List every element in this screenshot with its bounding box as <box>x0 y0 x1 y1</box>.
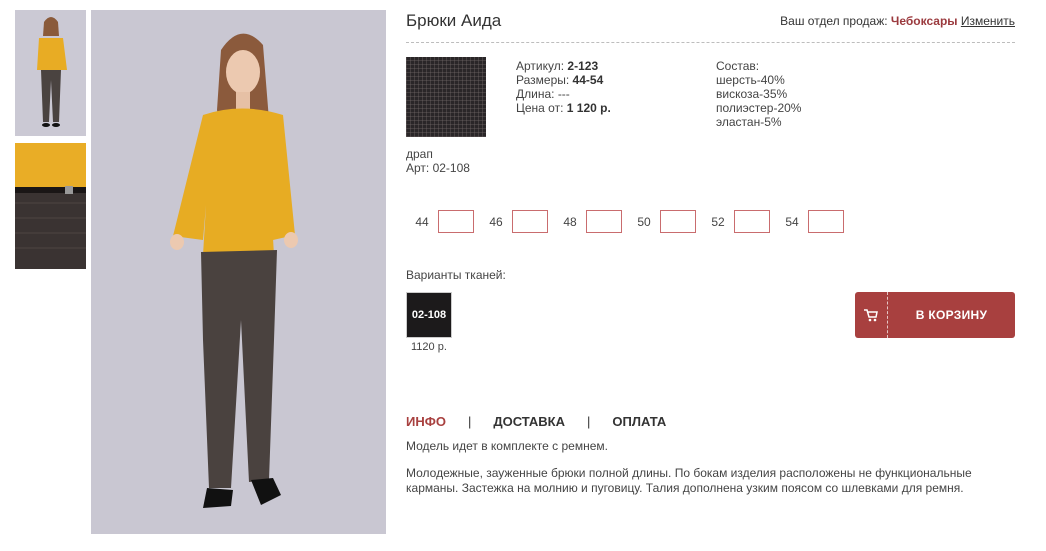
size-label: 50 <box>637 214 651 229</box>
region-city: Чебоксары <box>890 14 958 28</box>
size-quantity-input[interactable] <box>586 210 622 233</box>
tab-delivery[interactable]: ДОСТАВКА <box>493 414 565 429</box>
size-label: 46 <box>489 214 503 229</box>
region-label: Ваш отдел продаж: <box>780 14 888 28</box>
fabric-variant-swatch[interactable]: 02-108 <box>406 292 452 338</box>
tab-separator: | <box>467 414 472 429</box>
thumbnail-full-look[interactable] <box>15 10 86 136</box>
cart-icon <box>855 292 888 338</box>
size-quantity-input[interactable] <box>438 210 474 233</box>
product-title: Брюки Аида <box>406 11 502 30</box>
tab-separator: | <box>587 414 591 429</box>
composition-item: вискоза-35% <box>716 87 788 101</box>
change-region-link[interactable]: Изменить <box>961 14 1015 28</box>
size-quantity-row: 44 46 48 50 52 54 <box>406 210 850 233</box>
fabric-name: драп <box>406 147 433 161</box>
fabric-code: Арт: 02-108 <box>406 161 470 175</box>
spec-length: Длина: --- <box>516 87 570 101</box>
spec-sizes: Размеры: 44-54 <box>516 73 604 87</box>
composition-item: эластан-5% <box>716 115 782 129</box>
fabric-swatch <box>406 57 486 137</box>
thumbnail-detail[interactable] <box>15 143 86 269</box>
model-thumbnail-image <box>15 10 86 136</box>
divider <box>406 42 1015 43</box>
sales-region: Ваш отдел продаж: Чебоксары Изменить <box>780 14 1015 28</box>
composition: Состав: шерсть-40% вискоза-35% полиэстер… <box>716 59 801 129</box>
size-label: 44 <box>415 214 429 229</box>
detail-thumbnail-image <box>15 143 86 269</box>
tab-info[interactable]: ИНФО <box>406 414 446 429</box>
composition-item: полиэстер-20% <box>716 101 802 115</box>
composition-title: Состав: <box>716 59 760 73</box>
main-product-photo <box>91 10 386 534</box>
info-tabs: ИНФО | ДОСТАВКА | ОПЛАТА <box>406 414 666 429</box>
variant-price: 1120 р. <box>411 341 447 353</box>
size-quantity-input[interactable] <box>734 210 770 233</box>
size-label: 52 <box>711 214 725 229</box>
spec-price: Цена от: 1 120 р. <box>516 101 611 115</box>
spec-article: Артикул: 2-123 <box>516 59 599 73</box>
add-to-cart-label: В КОРЗИНУ <box>915 308 988 322</box>
add-to-cart-button[interactable]: В КОРЗИНУ <box>855 292 1015 338</box>
size-label: 48 <box>563 214 577 229</box>
size-quantity-input[interactable] <box>660 210 696 233</box>
variants-label: Варианты тканей: <box>406 268 506 282</box>
info-text-set: Модель идет в комплекте с ремнем. <box>406 439 608 453</box>
model-image <box>91 10 386 534</box>
product-specs: Артикул: 2-123 Размеры: 44-54 Длина: ---… <box>516 59 611 115</box>
fabric-info: драп Арт: 02-108 <box>406 147 470 175</box>
info-text-description: Молодежные, зауженные брюки полной длины… <box>406 466 972 495</box>
size-quantity-input[interactable] <box>512 210 548 233</box>
tab-payment[interactable]: ОПЛАТА <box>612 414 666 429</box>
size-quantity-input[interactable] <box>808 210 844 233</box>
composition-item: шерсть-40% <box>716 73 785 87</box>
size-label: 54 <box>785 214 799 229</box>
